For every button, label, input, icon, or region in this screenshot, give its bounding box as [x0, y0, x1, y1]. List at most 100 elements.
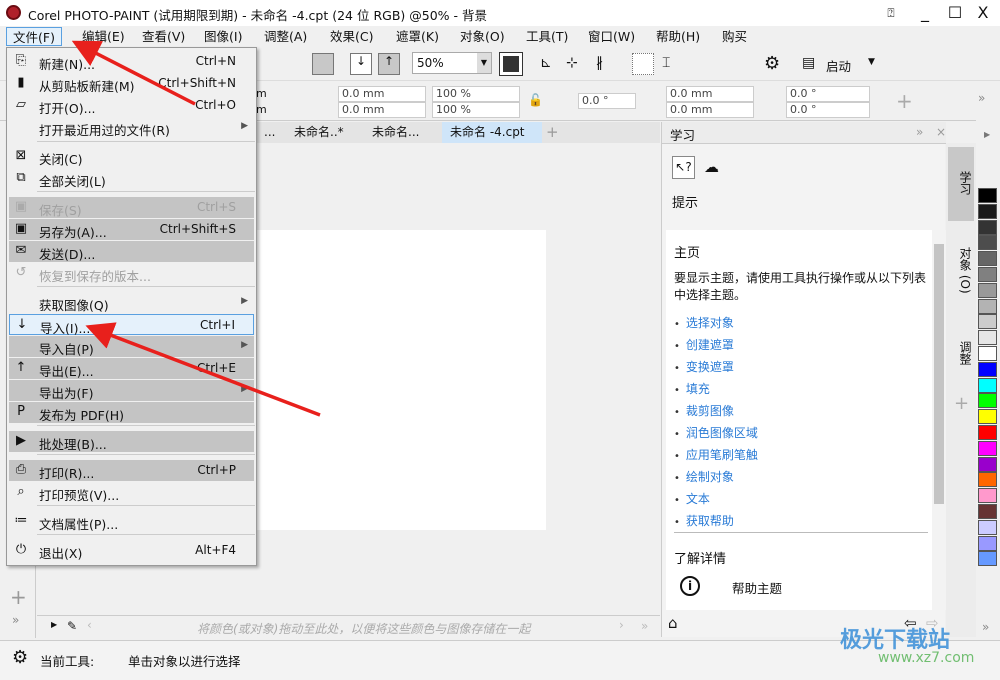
hints-pointer-icon[interactable]: ↖? [672, 156, 695, 179]
color-swatch[interactable] [978, 488, 997, 504]
topic-item[interactable]: • 应用笔刷笔触 [674, 446, 758, 463]
tab-adjust[interactable]: 调整 [948, 317, 974, 387]
skew-h-field[interactable]: 0.0 ° [786, 86, 870, 102]
menu-item[interactable]: 导入自(P) ▶ [9, 336, 254, 357]
color-swatch[interactable] [978, 361, 997, 377]
menu-0[interactable]: 文件(F) [6, 27, 62, 46]
menu-item[interactable]: ⏻ 退出(X) Alt+F4 [9, 540, 254, 561]
play-icon[interactable]: ▶ [51, 620, 57, 629]
menu-8[interactable]: 工具(T) [520, 27, 574, 46]
menu-9[interactable]: 窗口(W) [582, 27, 641, 46]
document-tab[interactable]: ... [256, 122, 283, 143]
scroll-up-icon[interactable]: ▶ [984, 130, 990, 139]
document-tab[interactable]: 未命名... [364, 122, 427, 143]
menu-item[interactable]: ⎙ 打印(R)... Ctrl+P [9, 460, 254, 481]
collapse-icon[interactable]: » [916, 125, 923, 139]
menu-item[interactable]: ⧉ 全部关闭(L) [9, 168, 254, 189]
user-cloud-icon[interactable]: ☁ [704, 158, 719, 176]
topic-link[interactable]: 应用笔刷笔触 [686, 448, 758, 462]
gear-icon[interactable]: ⚙ [12, 647, 28, 668]
launch-button[interactable]: 启动 [826, 56, 851, 75]
add-icon[interactable]: + [896, 89, 913, 113]
add-tool-icon[interactable]: + [10, 585, 27, 609]
topic-link[interactable]: 创建遮罩 [686, 338, 734, 352]
help-icon[interactable]: ⍰ [876, 2, 906, 24]
menu-item[interactable]: 获取图像(Q) ▶ [9, 292, 254, 313]
home-icon[interactable]: ⌂ [668, 614, 678, 632]
scrollbar-thumb[interactable] [934, 244, 944, 504]
eyedropper-icon[interactable]: ✎ [67, 619, 77, 633]
full-screen-icon[interactable] [499, 52, 523, 76]
zoom-level-select[interactable]: 50% ▼ [412, 52, 492, 74]
topic-item[interactable]: • 创建遮罩 [674, 336, 734, 353]
topic-link[interactable]: 获取帮助 [686, 514, 734, 528]
color-swatch[interactable] [978, 346, 997, 361]
document-tab[interactable]: 未命名..* [286, 122, 352, 143]
document-page[interactable] [256, 230, 546, 530]
topic-item[interactable]: • 润色图像区域 [674, 424, 758, 441]
topic-link[interactable]: 变换遮罩 [686, 360, 734, 374]
color-swatch[interactable] [978, 472, 997, 488]
more-chevron-icon[interactable]: » [641, 619, 648, 633]
color-swatch[interactable] [978, 203, 997, 219]
topic-link[interactable]: 绘制对象 [686, 470, 734, 484]
menu-item[interactable]: ▣ 另存为(A)... Ctrl+Shift+S [9, 219, 254, 240]
color-swatch[interactable] [978, 440, 997, 456]
center-x-field[interactable]: 0.0 mm [666, 86, 754, 102]
color-swatch[interactable] [978, 235, 997, 251]
color-swatch[interactable] [978, 393, 997, 409]
color-swatch[interactable] [978, 330, 997, 346]
menu-10[interactable]: 帮助(H) [650, 27, 706, 46]
menu-item[interactable]: ⊠ 关闭(C) [9, 146, 254, 167]
menu-item[interactable]: 打开最近用过的文件(R) ▶ [9, 117, 254, 138]
center-y-field[interactable]: 0.0 mm [666, 102, 754, 118]
color-swatch[interactable] [978, 425, 997, 440]
import-toolbar-button[interactable]: ↓ [350, 53, 372, 75]
scroll-left-icon[interactable]: ‹ [87, 618, 92, 632]
close-icon[interactable]: × [936, 125, 946, 139]
menu-item[interactable]: ▣ 保存(S) Ctrl+S [9, 197, 254, 218]
topic-item[interactable]: • 绘制对象 [674, 468, 734, 485]
tab-learn[interactable]: 学习 [948, 147, 974, 221]
topic-link[interactable]: 裁剪图像 [686, 404, 734, 418]
menu-item[interactable]: ⎘ 新建(N)... Ctrl+N [9, 51, 254, 72]
color-swatch[interactable] [978, 456, 997, 472]
topic-item[interactable]: • 获取帮助 [674, 512, 734, 529]
scrollbar[interactable] [932, 230, 946, 610]
topic-item[interactable]: • 选择对象 [674, 314, 734, 331]
topic-link[interactable]: 选择对象 [686, 316, 734, 330]
close-button[interactable]: X [968, 2, 998, 24]
position-x-field[interactable]: 0.0 mm [338, 86, 426, 102]
scale-x-field[interactable]: 100 % [432, 86, 520, 102]
help-topics-link[interactable]: 帮助主题 [732, 578, 782, 597]
select-tool-button[interactable] [312, 53, 334, 75]
chevron-down-icon[interactable]: ▼ [868, 57, 875, 67]
color-swatch[interactable] [978, 219, 997, 235]
color-swatch[interactable] [978, 298, 997, 314]
menu-item[interactable]: ▮ 从剪贴板新建(M) Ctrl+Shift+N [9, 73, 254, 94]
menu-11[interactable]: 购买 [716, 27, 753, 46]
menu-item[interactable]: P 发布为 PDF(H) [9, 402, 254, 423]
color-swatch[interactable] [978, 282, 997, 298]
rulers-icon[interactable]: ⊾ [540, 55, 552, 71]
menu-item[interactable]: ↑ 导出(E)... Ctrl+E [9, 358, 254, 379]
lock-ratio-icon[interactable]: 🔓 [528, 93, 543, 107]
menu-item[interactable]: ⌕ 打印预览(V)... [9, 482, 254, 503]
scale-y-field[interactable]: 100 % [432, 102, 520, 118]
add-docker-icon[interactable]: + [954, 393, 969, 414]
options-gear-icon[interactable]: ⚙ [764, 53, 780, 74]
more-chevron-icon[interactable]: » [12, 613, 19, 627]
color-swatch[interactable] [978, 314, 997, 330]
color-swatch[interactable] [978, 377, 997, 393]
color-swatch[interactable] [978, 504, 997, 519]
scroll-right-icon[interactable]: › [619, 618, 624, 632]
maximize-button[interactable]: ☐ [940, 2, 970, 24]
position-y-field[interactable]: 0.0 mm [338, 102, 426, 118]
minimize-button[interactable]: _ [910, 2, 940, 24]
menu-item[interactable]: ✉ 发送(D)... [9, 241, 254, 262]
topic-item[interactable]: • 文本 [674, 490, 710, 507]
color-swatch[interactable] [978, 251, 997, 267]
more-chevron-icon[interactable]: » [978, 91, 985, 105]
topic-link[interactable]: 文本 [686, 492, 710, 506]
topic-item[interactable]: • 裁剪图像 [674, 402, 734, 419]
